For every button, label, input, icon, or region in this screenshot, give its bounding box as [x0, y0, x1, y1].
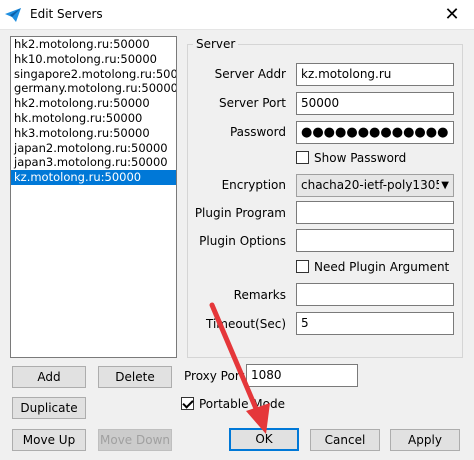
- list-item[interactable]: hk2.motolong.ru:50000: [11, 96, 176, 111]
- server-addr-input[interactable]: kz.motolong.ru: [296, 63, 454, 86]
- proxy-port-input[interactable]: 1080: [246, 364, 358, 387]
- list-item[interactable]: kz.motolong.ru:50000: [11, 170, 176, 185]
- password-label: Password: [229, 125, 286, 139]
- encryption-selected-value: chacha20-ietf-poly1305: [301, 178, 443, 192]
- list-item[interactable]: singapore2.motolong.ru:50000: [11, 67, 176, 82]
- plugin-program-label: Plugin Program: [194, 206, 286, 220]
- show-password-label: Show Password: [314, 151, 407, 165]
- need-plugin-argument-label: Need Plugin Argument: [314, 260, 450, 274]
- remarks-input[interactable]: [296, 283, 454, 306]
- portable-mode-checkbox[interactable]: [181, 397, 194, 410]
- add-button[interactable]: Add: [12, 366, 86, 388]
- duplicate-button[interactable]: Duplicate: [12, 397, 86, 419]
- portable-mode-label: Portable Mode: [199, 397, 285, 411]
- close-icon[interactable]: ✕: [440, 4, 464, 26]
- timeout-label: Timeout(Sec): [206, 317, 286, 331]
- apply-button[interactable]: Apply: [390, 429, 460, 451]
- password-input[interactable]: ●●●●●●●●●●●●●: [296, 121, 454, 144]
- cancel-button[interactable]: Cancel: [310, 429, 380, 451]
- window-title: Edit Servers: [30, 7, 103, 21]
- server-port-label: Server Port: [219, 96, 286, 110]
- server-list[interactable]: hk2.motolong.ru:50000 hk10.motolong.ru:50…: [10, 36, 177, 358]
- timeout-input[interactable]: 5: [296, 312, 454, 335]
- move-down-button[interactable]: Move Down: [98, 429, 172, 451]
- move-up-button[interactable]: Move Up: [12, 429, 86, 451]
- plugin-program-input[interactable]: [296, 201, 454, 224]
- ok-button[interactable]: OK: [229, 428, 299, 451]
- list-item[interactable]: hk2.motolong.ru:50000: [11, 37, 176, 52]
- plugin-options-label: Plugin Options: [199, 234, 286, 248]
- server-addr-label: Server Addr: [214, 67, 286, 81]
- list-item[interactable]: hk.motolong.ru:50000: [11, 111, 176, 126]
- chevron-down-icon: ▼: [439, 178, 449, 193]
- list-item[interactable]: hk3.motolong.ru:50000: [11, 126, 176, 141]
- need-plugin-argument-checkbox[interactable]: [296, 260, 309, 273]
- server-groupbox-title: Server: [193, 37, 239, 51]
- paper-plane-icon: [5, 8, 21, 22]
- server-port-input[interactable]: 50000: [296, 92, 454, 115]
- proxy-port-label: Proxy Port: [184, 369, 245, 383]
- encryption-label: Encryption: [221, 178, 286, 192]
- list-item[interactable]: japan2.motolong.ru:50000: [11, 141, 176, 156]
- encryption-select[interactable]: chacha20-ietf-poly1305 ▼: [296, 174, 454, 197]
- remarks-label: Remarks: [233, 288, 286, 302]
- plugin-options-input[interactable]: [296, 229, 454, 252]
- delete-button[interactable]: Delete: [98, 366, 172, 388]
- title-bar: Edit Servers ✕: [0, 0, 474, 30]
- list-item[interactable]: hk10.motolong.ru:50000: [11, 52, 176, 67]
- list-item[interactable]: japan3.motolong.ru:50000: [11, 155, 176, 170]
- list-item[interactable]: germany.motolong.ru:50000: [11, 81, 176, 96]
- show-password-checkbox[interactable]: [296, 151, 309, 164]
